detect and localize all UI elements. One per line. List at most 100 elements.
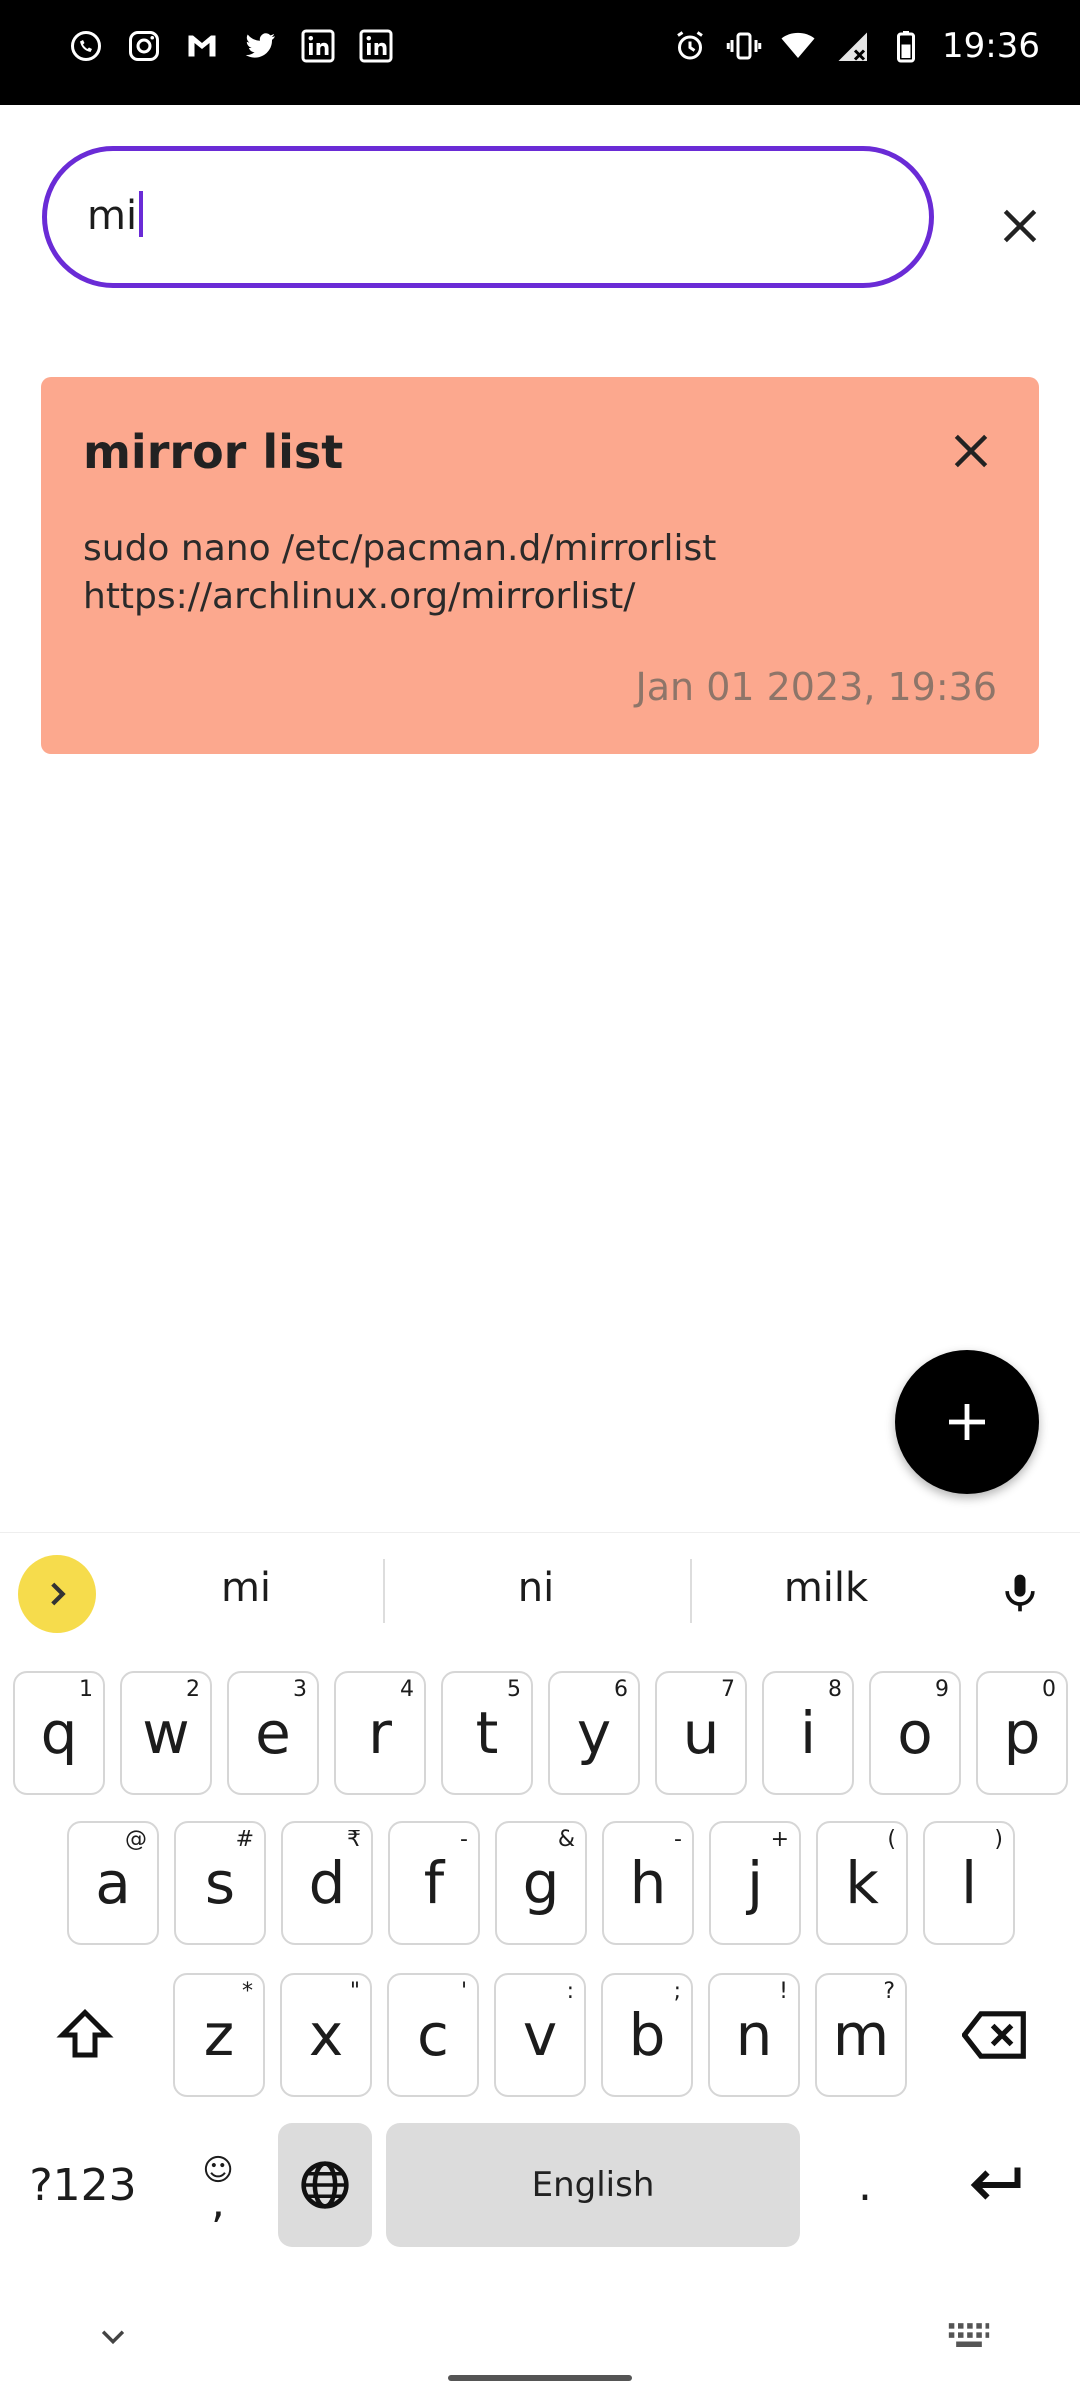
key-j[interactable]: j + <box>709 1821 801 1945</box>
gesture-nav-handle[interactable] <box>448 2375 632 2381</box>
key-hint: 2 <box>186 1677 200 1702</box>
key-label: j <box>746 1849 764 1917</box>
key-hint: 4 <box>400 1677 414 1702</box>
key-hint: ₹ <box>347 1827 361 1852</box>
key-label: q <box>40 1699 78 1767</box>
key-e[interactable]: e3 <box>227 1671 319 1795</box>
clock: 19:36 <box>942 26 1040 66</box>
key-a[interactable]: a @ <box>67 1821 159 1945</box>
key-label: u <box>682 1699 720 1767</box>
period-key[interactable]: . <box>820 2123 910 2247</box>
key-label: k <box>845 1849 879 1917</box>
key-label: f <box>423 1849 445 1917</box>
key-hint: # <box>235 1827 254 1852</box>
key-label: x <box>308 2001 344 2069</box>
shift-key[interactable] <box>40 1973 130 2097</box>
close-icon <box>1003 209 1037 243</box>
key-l[interactable]: l) <box>923 1821 1015 1945</box>
alarm-icon <box>677 31 703 60</box>
plus-icon <box>949 1404 985 1440</box>
key-f[interactable]: f- <box>388 1821 480 1945</box>
key-hint: & <box>557 1827 575 1852</box>
suggestion-3[interactable]: milk <box>716 1565 936 1611</box>
key-hint: ; <box>673 1979 681 2004</box>
key-hint: - <box>460 1827 468 1852</box>
delete-note-button[interactable] <box>941 421 1001 481</box>
chevron-right-icon <box>51 1582 66 1606</box>
keyboard-switch-button[interactable] <box>944 2313 994 2359</box>
key-label: r <box>368 1699 392 1767</box>
key-z[interactable]: z * <box>173 1973 265 2097</box>
symbols-key[interactable]: ?123 <box>18 2123 148 2247</box>
key-c[interactable]: c ' <box>387 1973 479 2097</box>
key-u[interactable]: u7 <box>655 1671 747 1795</box>
key-label: y <box>576 1699 612 1767</box>
space-key[interactable]: English <box>386 2123 800 2247</box>
key-g[interactable]: g & <box>495 1821 587 1945</box>
key-label: s <box>204 1849 236 1917</box>
no-signal-icon <box>838 32 868 61</box>
key-n[interactable]: n! <box>708 1973 800 2097</box>
key-s[interactable]: s # <box>174 1821 266 1945</box>
key-label: o <box>897 1699 933 1767</box>
suggestions-toggle-button[interactable] <box>18 1555 96 1633</box>
microphone-icon <box>1005 1574 1035 1612</box>
key-t[interactable]: t5 <box>441 1671 533 1795</box>
shift-icon <box>56 2008 114 2058</box>
enter-key[interactable] <box>950 2123 1040 2247</box>
key-hint: : <box>566 1979 574 2004</box>
add-note-button[interactable] <box>895 1350 1039 1494</box>
key-b[interactable]: b; <box>601 1973 693 2097</box>
key-hint: * <box>242 1979 253 2004</box>
key-label: a <box>95 1849 131 1917</box>
key-d[interactable]: d ₹ <box>281 1821 373 1945</box>
status-bar: 19:36 <box>0 0 1080 105</box>
language-switch-key[interactable] <box>278 2123 372 2247</box>
note-line: sudo nano /etc/pacman.d/mirrorlist <box>83 528 717 569</box>
hide-keyboard-button[interactable] <box>90 2313 136 2359</box>
instagram-icon <box>129 31 159 61</box>
key-k[interactable]: k( <box>816 1821 908 1945</box>
key-hint: 6 <box>614 1677 628 1702</box>
key-hint: - <box>674 1827 682 1852</box>
key-h[interactable]: h- <box>602 1821 694 1945</box>
suggestion-1[interactable]: mi <box>136 1565 356 1611</box>
close-icon <box>954 434 988 468</box>
key-r[interactable]: r4 <box>334 1671 426 1795</box>
backspace-key[interactable] <box>950 1973 1040 2097</box>
key-label: v <box>522 2001 558 2069</box>
comma-emoji-key[interactable]: ☺ , <box>168 2123 268 2247</box>
voice-input-button[interactable] <box>992 1563 1048 1623</box>
key-label: m <box>832 2001 890 2069</box>
note-content: sudo nano /etc/pacman.d/mirrorlist https… <box>83 525 716 621</box>
key-hint: 8 <box>828 1677 842 1702</box>
chevron-down-icon <box>101 2330 125 2345</box>
key-q[interactable]: q1 <box>13 1671 105 1795</box>
key-i[interactable]: i8 <box>762 1671 854 1795</box>
key-label: c <box>417 2001 449 2069</box>
key-label: d <box>308 1849 346 1917</box>
search-field[interactable]: mi <box>42 146 934 288</box>
key-label: h <box>629 1849 667 1917</box>
key-v[interactable]: v: <box>494 1973 586 2097</box>
key-w[interactable]: w2 <box>120 1671 212 1795</box>
key-o[interactable]: o9 <box>869 1671 961 1795</box>
twitter-icon <box>245 33 275 58</box>
key-label: t <box>475 1699 499 1767</box>
keyboard-icon <box>948 2323 990 2347</box>
close-search-button[interactable] <box>990 196 1050 256</box>
key-hint: ) <box>994 1827 1003 1852</box>
key-hint: 3 <box>293 1677 307 1702</box>
key-hint: ( <box>887 1827 896 1852</box>
note-card[interactable]: mirror list sudo nano /etc/pacman.d/mirr… <box>41 377 1039 754</box>
key-label: g <box>522 1849 560 1917</box>
search-input[interactable]: mi <box>87 191 144 239</box>
key-y[interactable]: y6 <box>548 1671 640 1795</box>
key-p[interactable]: p0 <box>976 1671 1068 1795</box>
globe-icon <box>301 2161 349 2209</box>
key-m[interactable]: m? <box>815 1973 907 2097</box>
key-x[interactable]: x " <box>280 1973 372 2097</box>
suggestion-2[interactable]: ni <box>426 1565 646 1611</box>
gmail-icon <box>188 35 216 57</box>
system-indicators: 19:36 <box>672 26 1040 66</box>
